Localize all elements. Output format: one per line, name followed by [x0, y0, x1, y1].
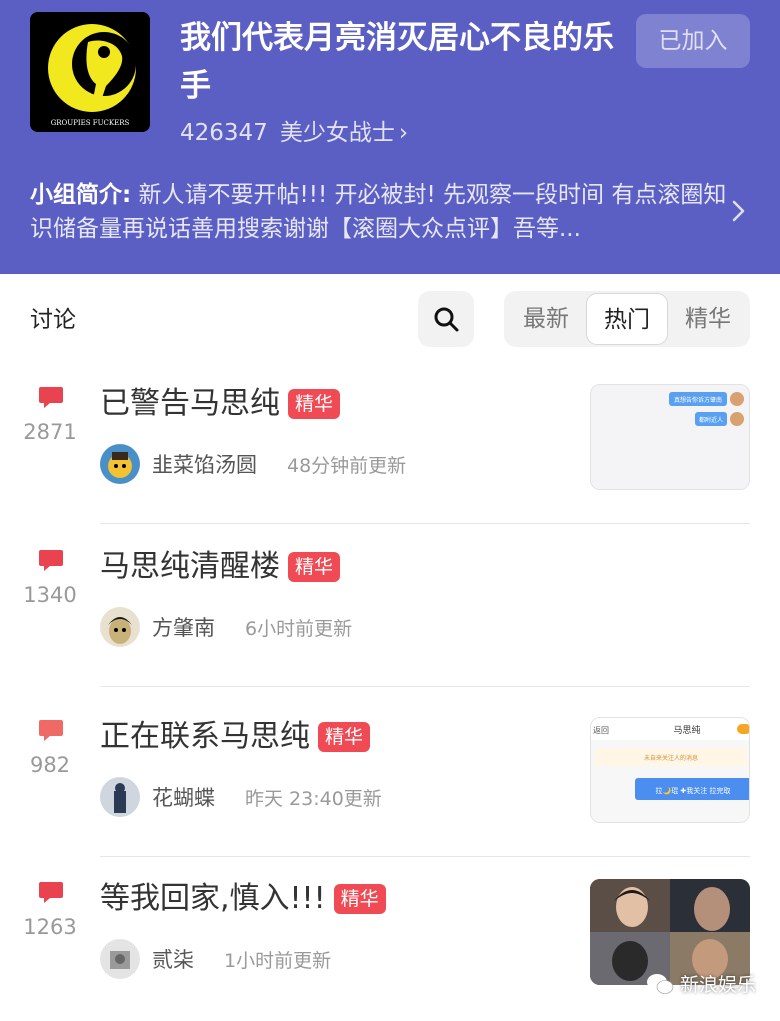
update-time: 6小时前更新 — [245, 617, 353, 640]
author-name[interactable]: 花蝴蝶 — [152, 782, 215, 812]
intro-label: 小组简介: — [30, 182, 132, 208]
chat-bubble-text: 都附近人 — [699, 416, 723, 424]
post-title: 马思纯清醒楼 精华 — [100, 545, 341, 589]
update-time: 昨天 23:40更新 — [245, 787, 382, 810]
update-time: 48分钟前更新 — [287, 454, 407, 477]
member-label: 美少女战士 — [279, 120, 395, 146]
post-item[interactable]: 1340 马思纯清醒楼 精华 方肇南 6小时前更新 — [0, 525, 780, 687]
author-row: 花蝴蝶 昨天 23:40更新 — [100, 777, 382, 817]
comment-count: 982 — [29, 753, 71, 777]
tab-hot[interactable]: 热门 — [586, 293, 668, 345]
post-item[interactable]: 982 正在联系马思纯 精华 花蝴蝶 昨天 23:40更新 返回 马思纯 未自来… — [0, 695, 780, 857]
post-title: 正在联系马思纯 精华 — [100, 715, 371, 759]
avatar[interactable] — [100, 777, 140, 817]
author-row: 方肇南 6小时前更新 — [100, 607, 352, 647]
author-row: 韭菜馅汤圆 48分钟前更新 — [100, 444, 406, 484]
comment-icon — [39, 550, 63, 571]
comment-count: 2871 — [23, 420, 77, 444]
logo-lettering: GROUPIES FUCKERS — [51, 119, 130, 127]
comment-count: 1340 — [23, 583, 77, 607]
join-button[interactable]: 已加入 — [636, 14, 750, 68]
section-label: 讨论 — [30, 307, 76, 333]
avatar[interactable] — [100, 607, 140, 647]
chevron-right-icon[interactable] — [728, 196, 750, 226]
group-title: 我们代表月亮消灭居心不良的乐手 — [180, 20, 614, 104]
member-link[interactable]: 426347 美少女战士 › — [180, 116, 408, 150]
post-title-text: 马思纯清醒楼 — [100, 549, 280, 584]
post-title-text: 等我回家,慎入!!! — [100, 881, 326, 916]
update-time: 1小时前更新 — [224, 949, 332, 972]
member-count: 426347 — [180, 120, 268, 146]
watermark-text: 新浪娱乐 — [679, 974, 756, 996]
post-title: 已警告马思纯 精华 — [100, 382, 341, 426]
featured-badge: 精华 — [333, 884, 386, 914]
post-thumbnail[interactable]: 返回 马思纯 未自来关注人的消息 拉🌙琨 ✚我关注 拉完取 — [590, 717, 750, 823]
action-text: 拉🌙琨 ✚我关注 拉完取 — [655, 786, 730, 795]
author-name[interactable]: 方肇南 — [152, 612, 215, 642]
comment-icon — [39, 720, 63, 741]
avatar[interactable] — [100, 939, 140, 979]
chevron-right-icon: › — [398, 120, 409, 146]
author-row: 贰柒 1小时前更新 — [100, 939, 331, 979]
featured-badge: 精华 — [288, 389, 341, 419]
comment-icon — [39, 882, 63, 903]
author-name[interactable]: 韭菜馅汤圆 — [152, 449, 257, 479]
tab-latest[interactable]: 最新 — [506, 293, 586, 345]
author-name[interactable]: 贰柒 — [152, 944, 194, 974]
featured-badge: 精华 — [318, 722, 371, 752]
divider — [100, 523, 750, 524]
post-item[interactable]: 2871 已警告马思纯 精华 韭菜馅汤圆 48分钟前更新 真想告你诉方肇南 都附… — [0, 362, 780, 524]
comment-icon — [39, 387, 63, 408]
wechat-icon — [646, 973, 674, 994]
watermark: 新浪娱乐 — [646, 970, 756, 997]
comment-count: 1263 — [23, 915, 77, 939]
group-logo[interactable]: GROUPIES FUCKERS — [30, 12, 150, 132]
post-title-text: 正在联系马思纯 — [100, 719, 310, 754]
back-link-text: 返回 — [593, 726, 609, 735]
group-intro[interactable]: 小组简介: 新人请不要开帖!!! 开必被封! 先观察一段时间 有点滚圈知识储备量… — [30, 178, 730, 246]
featured-badge: 精华 — [288, 552, 341, 582]
tab-featured[interactable]: 精华 — [668, 293, 748, 345]
divider — [100, 686, 750, 687]
sort-tabs: 最新 热门 精华 — [504, 291, 750, 347]
post-title: 等我回家,慎入!!! 精华 — [100, 877, 386, 921]
notice-text: 未自来关注人的消息 — [644, 754, 698, 762]
avatar[interactable] — [100, 444, 140, 484]
group-header: GROUPIES FUCKERS 我们代表月亮消灭居心不良的乐手 已加入 426… — [0, 0, 780, 274]
search-icon — [434, 307, 459, 332]
search-button[interactable] — [418, 291, 474, 347]
chat-bubble-text: 真想告你诉方肇南 — [674, 396, 722, 404]
profile-name-text: 马思纯 — [673, 724, 700, 736]
post-title-text: 已警告马思纯 — [100, 386, 280, 421]
intro-text: 新人请不要开帖!!! 开必被封! 先观察一段时间 有点滚圈知识储备量再说话善用搜… — [30, 182, 727, 242]
post-thumbnail[interactable]: 真想告你诉方肇南 都附近人 — [590, 384, 750, 490]
